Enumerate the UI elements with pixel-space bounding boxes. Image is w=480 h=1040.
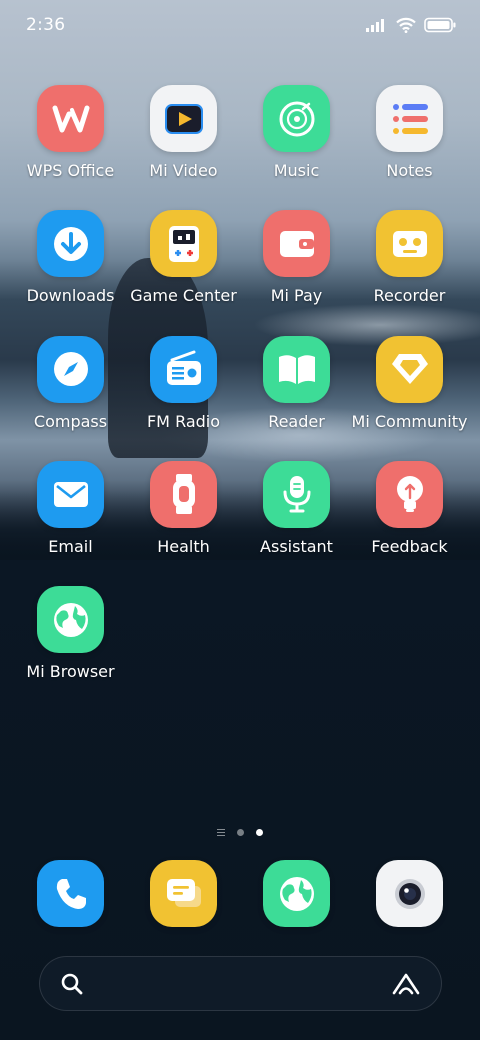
app-health[interactable]: Health — [127, 460, 240, 586]
app-label: Compass — [33, 411, 108, 431]
app-label: WPS Office — [26, 161, 115, 180]
search-bar[interactable] — [39, 956, 442, 1011]
app-wps-office[interactable]: WPS Office — [14, 85, 127, 210]
mi-browser-icon — [37, 586, 104, 654]
app-mi-pay[interactable]: Mi Pay — [240, 210, 353, 335]
app-label: Notes — [386, 161, 433, 180]
status-bar: 2:36 — [0, 0, 480, 50]
status-icons — [366, 17, 456, 33]
app-label: Mi Community — [351, 411, 468, 431]
app-notes[interactable]: Notes — [353, 85, 466, 210]
status-time: 2:36 — [26, 15, 66, 35]
app-label: Game Center — [130, 286, 237, 306]
downloads-icon — [37, 210, 104, 278]
assistant-icon — [263, 460, 330, 528]
app-music[interactable]: Music — [240, 85, 353, 210]
fm-radio-icon — [150, 335, 217, 403]
recorder-icon — [376, 210, 443, 278]
assistant-logo-icon[interactable] — [391, 972, 421, 996]
dock-browser[interactable] — [240, 860, 353, 927]
app-feedback[interactable]: Feedback — [353, 460, 466, 586]
app-assistant[interactable]: Assistant — [240, 460, 353, 586]
app-reader[interactable]: Reader — [240, 335, 353, 461]
app-mi-community[interactable]: Mi Community — [351, 335, 468, 461]
app-mi-video[interactable]: Mi Video — [127, 85, 240, 210]
dock-messages[interactable] — [127, 860, 240, 927]
wifi-icon — [396, 17, 416, 33]
music-icon — [263, 85, 330, 152]
page-dot-active — [256, 829, 263, 836]
app-label: Assistant — [260, 536, 333, 556]
email-icon — [37, 460, 104, 528]
mi-pay-icon — [263, 210, 330, 278]
app-fm-radio[interactable]: FM Radio — [127, 335, 240, 461]
app-game-center[interactable]: Game Center — [127, 210, 240, 335]
app-label: Reader — [268, 411, 325, 431]
page-indicator[interactable] — [0, 829, 480, 836]
reader-icon — [263, 335, 330, 403]
app-label: Music — [273, 161, 320, 180]
app-downloads[interactable]: Downloads — [14, 210, 127, 335]
app-recorder[interactable]: Recorder — [353, 210, 466, 335]
app-label: Email — [48, 536, 93, 556]
game-center-icon — [150, 210, 217, 278]
notes-icon — [376, 85, 443, 152]
phone-icon — [37, 860, 104, 927]
camera-icon — [376, 860, 443, 927]
search-icon — [61, 973, 83, 994]
app-email[interactable]: Email — [14, 460, 127, 586]
app-label: Mi Video — [149, 161, 218, 180]
app-label: FM Radio — [146, 411, 221, 431]
mi-video-icon — [150, 85, 217, 152]
wps-office-icon — [37, 85, 104, 152]
app-grid: WPS Office Mi Video Music Notes Download… — [14, 85, 468, 711]
app-label: Feedback — [371, 536, 448, 556]
app-list-icon — [217, 829, 225, 836]
battery-icon — [424, 17, 456, 33]
feedback-icon — [376, 460, 443, 528]
dock-camera[interactable] — [353, 860, 466, 927]
signal-icon — [366, 19, 384, 32]
dock — [14, 860, 466, 927]
mi-community-icon — [376, 335, 443, 403]
app-label: Recorder — [373, 286, 446, 306]
page-dot — [237, 829, 244, 836]
compass-icon — [37, 335, 104, 403]
app-label: Mi Pay — [270, 286, 323, 306]
app-label: Health — [157, 536, 210, 556]
browser-icon — [263, 860, 330, 927]
app-mi-browser[interactable]: Mi Browser — [14, 586, 127, 711]
app-label: Downloads — [26, 286, 115, 306]
app-compass[interactable]: Compass — [14, 335, 127, 461]
health-icon — [150, 460, 217, 528]
app-label: Mi Browser — [26, 662, 115, 682]
dock-phone[interactable] — [14, 860, 127, 927]
messages-icon — [150, 860, 217, 927]
